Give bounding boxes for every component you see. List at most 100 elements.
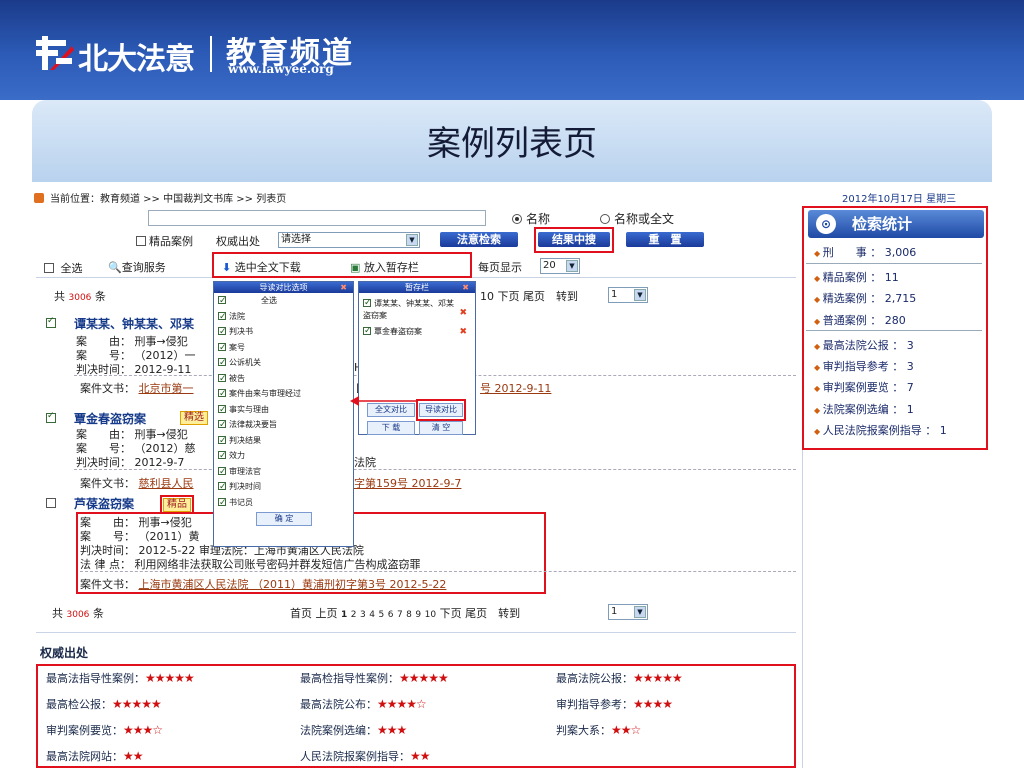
page-7[interactable]: 7: [397, 610, 403, 620]
result-checkbox[interactable]: [46, 411, 59, 425]
last-page[interactable]: 尾页: [523, 290, 545, 303]
per-page-select[interactable]: 20 ▼: [540, 258, 580, 274]
option-label: 判决时间: [229, 482, 261, 491]
doc-link-tail[interactable]: 号 2012-9-11: [480, 380, 551, 396]
option-item[interactable]: 被告: [214, 371, 353, 387]
search-button[interactable]: 法意检索: [440, 232, 518, 247]
option-item[interactable]: 判决书: [214, 324, 353, 341]
stat-item[interactable]: 法院案例选编 ： 1: [814, 401, 914, 417]
temp-item-label: 覃金春盗窃案: [374, 327, 422, 336]
page-8[interactable]: 8: [406, 610, 412, 620]
checkbox-icon: [218, 418, 227, 434]
page-1[interactable]: 1: [341, 610, 347, 620]
stat-item[interactable]: 审判案例要览 ： 7: [814, 379, 914, 395]
temp-item[interactable]: 谭某某、钟某某、邓某盗窃案: [363, 297, 459, 322]
guide-compare-button[interactable]: 导读对比: [419, 403, 463, 417]
put-temp-button[interactable]: ▣ 放入暂存栏: [350, 259, 419, 275]
remove-icon[interactable]: ✖: [459, 327, 467, 337]
page-10[interactable]: 10: [480, 290, 494, 303]
divider: [802, 450, 803, 768]
goto-select[interactable]: 1 ▼: [608, 287, 648, 303]
authority-item: 最高法指导性案例：★★★★★: [46, 670, 195, 686]
breadcrumb: 当前位置：教育频道 >> 中国裁判文书库 >> 列表页: [34, 190, 286, 205]
stat-item[interactable]: 最高法院公报 ： 3: [814, 337, 914, 353]
popup-header: 暂存栏 ✖: [359, 282, 475, 293]
stat-item[interactable]: 审判指导参考 ： 3: [814, 358, 914, 374]
close-icon[interactable]: ✖: [462, 282, 469, 293]
next-page[interactable]: 下页: [440, 607, 462, 620]
page-2[interactable]: 2: [351, 610, 357, 620]
result-title[interactable]: 芦葆盗窃案: [74, 495, 134, 512]
result-title[interactable]: 覃金春盗窃案: [74, 410, 146, 427]
last-page[interactable]: 尾页: [465, 607, 487, 620]
stat-item[interactable]: 精选案例 ： 2,715: [814, 290, 916, 306]
query-service-button[interactable]: 🔍查询服务: [108, 259, 166, 275]
reset-button[interactable]: 重 置: [626, 232, 704, 247]
option-item[interactable]: 法律裁决要旨: [214, 417, 353, 434]
goto-select-bottom[interactable]: 1 ▼: [608, 604, 648, 620]
time-value: 2012-9-7: [134, 456, 185, 469]
brand-url: www.lawyee.org: [228, 62, 334, 76]
checkbox-icon: [218, 372, 227, 387]
doc-link[interactable]: 上海市黄浦区人民法院 （2011）黄浦刑初字第3号 2012-5-22: [139, 578, 447, 591]
page-9[interactable]: 9: [415, 610, 421, 620]
option-item[interactable]: 判决结果: [214, 433, 353, 449]
stat-item[interactable]: 刑 事 ： 3,006: [814, 244, 916, 260]
checkbox-icon: [218, 356, 227, 372]
option-item[interactable]: 事实与理由: [214, 402, 353, 418]
star-rating: ★★★★★: [633, 671, 683, 685]
option-item[interactable]: 书记员: [214, 495, 353, 511]
select-all[interactable]: 全选: [44, 260, 83, 276]
result-checkbox[interactable]: [46, 316, 59, 330]
temp-item[interactable]: 覃金春盗窃案: [363, 325, 422, 338]
authority-select[interactable]: 请选择 ▼: [278, 232, 420, 248]
popup-header: 导读对比选项 ✖: [214, 282, 353, 293]
goto-label: 转到: [556, 290, 578, 303]
option-item[interactable]: 法院: [214, 309, 353, 325]
checkbox-icon: [218, 403, 227, 418]
authority-item: 最高法院公布：★★★★☆: [300, 696, 427, 712]
page-5[interactable]: 5: [378, 610, 384, 620]
page-10[interactable]: 10: [425, 610, 436, 620]
prev-page[interactable]: 上页: [316, 607, 338, 620]
option-label: 审理法官: [229, 466, 261, 476]
page-6[interactable]: 6: [388, 610, 394, 620]
stat-item[interactable]: 普通案例 ： 280: [814, 312, 906, 328]
download-button[interactable]: 下 载: [367, 421, 415, 435]
option-item[interactable]: 判决时间: [214, 479, 353, 496]
option-item[interactable]: 公诉机关: [214, 355, 353, 372]
checkbox-icon: [46, 316, 56, 328]
result-title[interactable]: 谭某某、钟某某、邓某: [74, 315, 194, 332]
confirm-button[interactable]: 确 定: [256, 512, 312, 526]
within-search-button[interactable]: 结果中搜: [538, 232, 610, 247]
option-item[interactable]: 案件由来与审理经过: [214, 386, 353, 403]
first-page[interactable]: 首页: [290, 607, 312, 620]
authority-item: 判案大系：★★☆: [556, 722, 641, 738]
stat-item[interactable]: 精品案例 ： 11: [814, 269, 899, 285]
doc-link[interactable]: 慈利县人民: [139, 477, 194, 490]
option-item[interactable]: 审理法官: [214, 464, 353, 480]
doc-link-tail[interactable]: 字第159号 2012-9-7: [354, 475, 461, 491]
close-icon[interactable]: ✖: [340, 282, 347, 293]
next-page[interactable]: 下页: [498, 290, 520, 303]
option-select-all[interactable]: 全选: [214, 293, 353, 310]
download-button[interactable]: ⬇ 选中全文下载: [222, 259, 301, 275]
authority-label: 审判指导参考：: [556, 698, 633, 711]
boutique-checkbox[interactable]: 精品案例: [136, 233, 193, 249]
remove-icon[interactable]: ✖: [459, 308, 467, 318]
radio-name[interactable]: 名称: [512, 210, 550, 227]
star-rating: ★★: [410, 749, 430, 763]
doc-link[interactable]: 北京市第一: [139, 382, 194, 395]
radio-name-full[interactable]: 名称或全文: [600, 210, 674, 227]
tag-selected: 精选: [180, 410, 208, 425]
option-item[interactable]: 效力: [214, 448, 353, 465]
clear-button[interactable]: 清 空: [419, 421, 463, 435]
option-item[interactable]: 案号: [214, 340, 353, 356]
option-label: 案件由来与审理经过: [229, 389, 301, 398]
page-4[interactable]: 4: [369, 610, 375, 620]
result-checkbox[interactable]: [46, 497, 59, 510]
search-input[interactable]: [148, 210, 486, 226]
stat-item[interactable]: 人民法院报案例指导 ： 1: [814, 422, 947, 438]
option-label: 案号: [229, 342, 245, 352]
page-3[interactable]: 3: [360, 610, 366, 620]
